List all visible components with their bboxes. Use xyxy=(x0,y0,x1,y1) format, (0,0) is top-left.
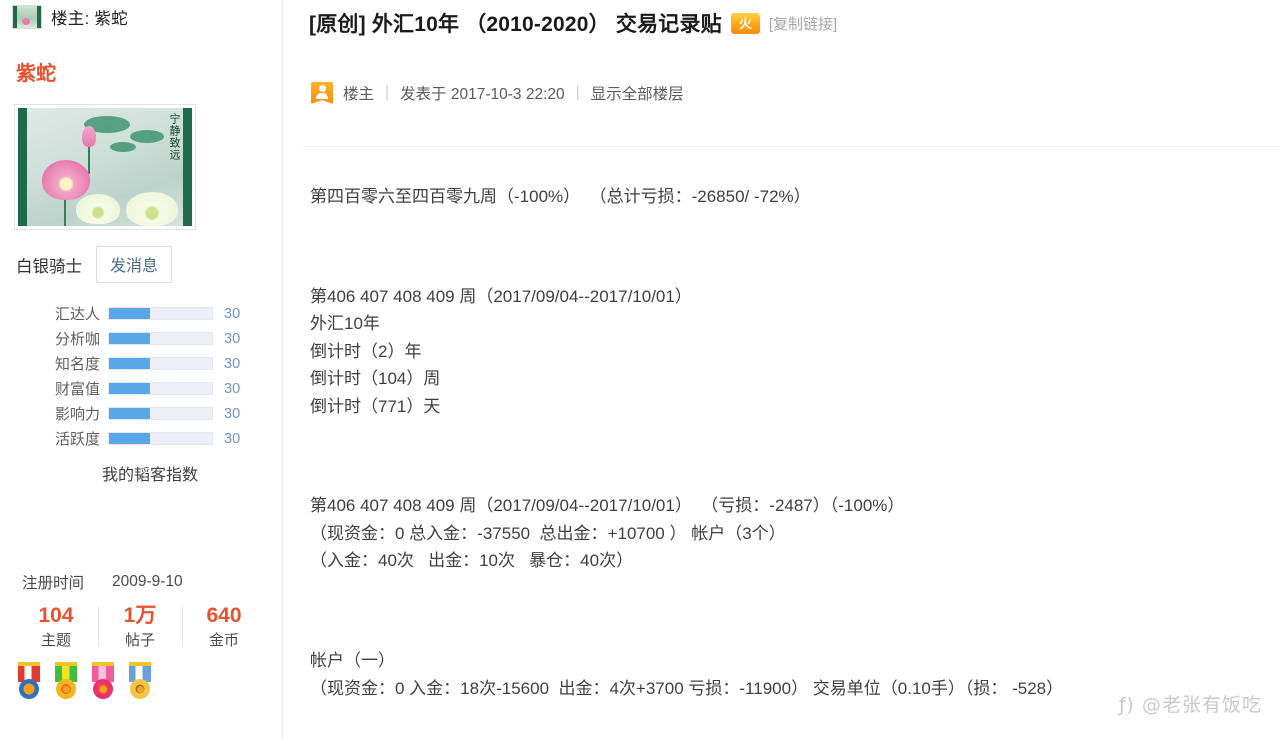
title-bar: [原创] 外汇10年 （2010-2020） 交易记录贴 火 [复制链接] xyxy=(283,0,1280,38)
stat-bar-track xyxy=(108,307,213,320)
post-body: 第四百零六至四百零九周（-100%） （总计亏损：-26850/ -72%） 第… xyxy=(283,104,1280,739)
pink-lotus-icon xyxy=(42,160,90,200)
medal-disc xyxy=(19,679,39,700)
stat-label: 活跃度 xyxy=(54,431,100,448)
stat-label: 财富值 xyxy=(54,381,100,398)
stat-bar-track xyxy=(108,357,213,370)
author-role-label: 楼主 xyxy=(343,86,375,103)
lily-pad-icon xyxy=(130,130,164,143)
post-main: [原创] 外汇10年 （2010-2020） 交易记录贴 火 [复制链接] 楼主… xyxy=(283,0,1280,739)
stat-bar-fill xyxy=(109,308,151,319)
stat-row: 财富值 30 xyxy=(30,376,282,401)
count-number: 640 xyxy=(206,604,242,627)
count-cell-coins[interactable]: 640 金币 xyxy=(182,603,266,650)
count-cell-topics[interactable]: 104 主题 xyxy=(14,603,98,650)
white-lotus-icon xyxy=(126,192,178,226)
count-label: 主题 xyxy=(40,632,71,650)
post-paragraph: 第406 407 408 409 周（2017/09/04--2017/10/0… xyxy=(310,286,692,416)
post-timestamp: 发表于 2017-10-3 22:20 xyxy=(400,86,565,103)
count-cell-posts[interactable]: 1万 帖子 xyxy=(98,603,182,650)
mini-avatar-flower xyxy=(22,18,30,25)
lotus-bud-icon xyxy=(82,126,96,147)
author-avatar[interactable]: 宁静致远 xyxy=(14,104,196,230)
post-paragraph: 第四百零六至四百零九周（-100%） （总计亏损：-26850/ -72%） xyxy=(310,187,811,207)
watermark: ƒ) @老张有饭吃 xyxy=(1118,694,1262,716)
page-title: [原创] 外汇10年 （2010-2020） 交易记录贴 xyxy=(309,13,722,36)
count-label: 帖子 xyxy=(124,632,155,650)
stat-label: 分析咖 xyxy=(54,331,100,348)
medal-red-icon[interactable] xyxy=(14,662,44,702)
stat-value: 30 xyxy=(224,430,241,447)
stat-bar-fill xyxy=(109,383,151,394)
stat-bar-fill xyxy=(109,408,151,419)
copy-link-button[interactable]: [复制链接] xyxy=(769,13,837,34)
stat-row: 活跃度 30 xyxy=(30,426,282,451)
header-divider xyxy=(303,146,1280,147)
stat-bar-track xyxy=(108,432,213,445)
avatar-border-right xyxy=(183,108,192,226)
stats-caption: 我的韬客指数 xyxy=(101,467,198,484)
mini-avatar[interactable] xyxy=(12,5,42,29)
stat-value: 30 xyxy=(224,305,241,322)
stem-shape xyxy=(88,144,90,174)
avatar-calligraphy: 宁静致远 xyxy=(168,113,181,161)
stat-row: 分析咖 30 xyxy=(30,326,282,351)
post-meta-row: 楼主 | 发表于 2017-10-3 22:20 | 显示全部楼层 xyxy=(283,38,1280,104)
stat-value: 30 xyxy=(224,330,241,347)
medal-disc xyxy=(56,679,76,700)
stat-value: 30 xyxy=(224,355,241,372)
count-label: 金币 xyxy=(208,632,239,650)
lily-pad-icon xyxy=(110,142,136,152)
stat-row: 汇达人 30 xyxy=(30,301,282,326)
white-lotus-icon xyxy=(76,194,120,224)
stats-list: 汇达人 30 分析咖 30 知名度 30 财富值 30 影响力 30 活跃度 3… xyxy=(0,301,282,451)
post-paragraph: 第406 407 408 409 周（2017/09/04--2017/10/0… xyxy=(310,496,905,571)
stat-row: 影响力 30 xyxy=(30,401,282,426)
medals-row xyxy=(0,650,282,702)
stat-bar-track xyxy=(108,382,213,395)
author-badge-icon xyxy=(311,82,333,104)
avatar-border-left xyxy=(18,108,27,226)
avatar-artwork: 宁静致远 xyxy=(18,108,192,226)
author-username[interactable]: 紫蛇 xyxy=(0,29,282,86)
stat-bar-track xyxy=(108,332,213,345)
stat-value: 30 xyxy=(224,380,241,397)
rank-title: 白银骑士 xyxy=(16,257,82,276)
poster-row[interactable]: 楼主: 紫蛇 xyxy=(0,0,282,29)
registration-label: 注册时间 xyxy=(22,575,85,592)
counts-row: 104 主题 1万 帖子 640 金币 xyxy=(0,593,282,650)
stat-bar-fill xyxy=(109,358,151,369)
rank-row: 白银骑士 发消息 xyxy=(0,230,282,283)
medal-blue-icon[interactable] xyxy=(125,662,155,702)
stat-value: 30 xyxy=(224,405,241,422)
meta-divider: | xyxy=(575,84,580,101)
stat-label: 汇达人 xyxy=(54,306,100,323)
registration-date: 2009-9-10 xyxy=(112,573,183,590)
medal-green-icon[interactable] xyxy=(51,662,81,702)
stat-bar-fill xyxy=(109,333,151,344)
registration-row: 注册时间 2009-9-10 xyxy=(0,485,282,593)
author-sidebar: 楼主: 紫蛇 紫蛇 宁静致远 白银骑士 发消息 汇达人 30 分析咖 30 知名… xyxy=(0,0,283,739)
poster-label: 楼主: 紫蛇 xyxy=(51,10,128,28)
medal-disc xyxy=(93,679,113,700)
stat-row: 知名度 30 xyxy=(30,351,282,376)
send-message-button[interactable]: 发消息 xyxy=(96,246,173,283)
hot-badge-icon: 火 xyxy=(730,12,760,34)
count-number: 1万 xyxy=(123,604,157,627)
stat-bar-track xyxy=(108,407,213,420)
medal-disc xyxy=(130,679,150,700)
meta-divider: | xyxy=(385,84,390,101)
page-root: 楼主: 紫蛇 紫蛇 宁静致远 白银骑士 发消息 汇达人 30 分析咖 30 知名… xyxy=(0,0,1280,739)
count-number: 104 xyxy=(38,604,74,627)
stat-label: 影响力 xyxy=(54,406,100,423)
stat-bar-fill xyxy=(109,433,151,444)
show-all-floors-link[interactable]: 显示全部楼层 xyxy=(591,82,684,104)
medal-pink-icon[interactable] xyxy=(88,662,118,702)
stat-label: 知名度 xyxy=(54,356,100,373)
